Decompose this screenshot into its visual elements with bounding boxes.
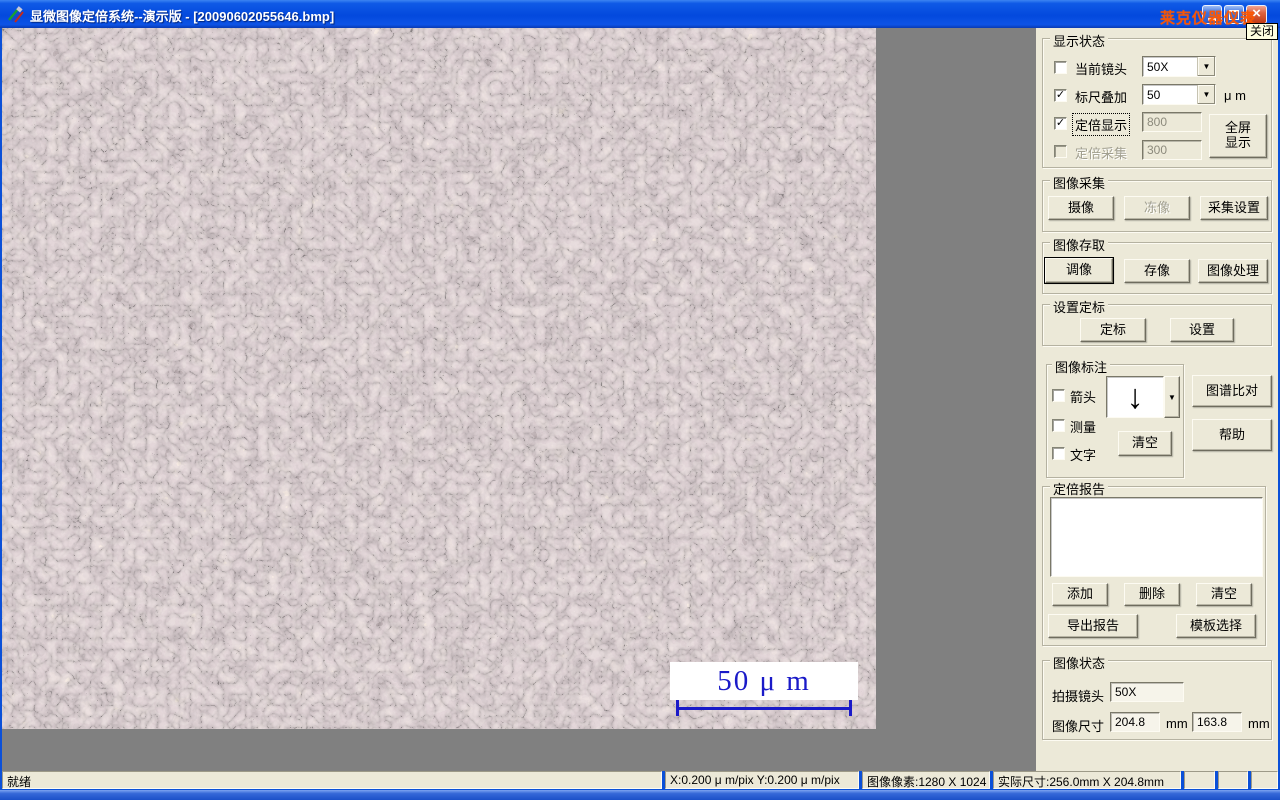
group-display-status-title: 显示状态 [1050, 31, 1109, 50]
group-image-capture-title: 图像采集 [1050, 173, 1109, 192]
report-listbox[interactable] [1050, 497, 1263, 577]
calibrate-button[interactable]: 定标 [1080, 318, 1146, 342]
micrograph-viewport[interactable] [2, 28, 876, 729]
template-select-button[interactable]: 模板选择 [1176, 614, 1256, 638]
capture-button[interactable]: 摄像 [1048, 196, 1114, 220]
image-height-field[interactable]: 163.8 [1192, 712, 1242, 732]
fixed-display-field: 800 [1142, 112, 1202, 132]
current-lens-checkbox[interactable] [1054, 61, 1067, 74]
check-icon: ✓ [1055, 117, 1066, 129]
shoot-lens-label: 拍摄镜头 [1052, 689, 1105, 704]
fullscreen-button[interactable]: 全屏 显示 [1209, 114, 1267, 158]
status-empty-panel-1 [1184, 771, 1215, 789]
fullscreen-button-line2: 显示 [1224, 135, 1251, 150]
chevron-down-icon[interactable]: ▼ [1197, 85, 1215, 104]
taskbar-strip [0, 790, 1280, 800]
scale-overlay-label: 标尺叠加 [1075, 90, 1128, 105]
measure-checkbox[interactable] [1052, 419, 1065, 432]
image-processing-button[interactable]: 图像处理 [1198, 259, 1268, 283]
export-report-button[interactable]: 导出报告 [1048, 614, 1138, 638]
image-height-unit: mm [1248, 716, 1270, 731]
image-width-unit: mm [1166, 716, 1188, 731]
chevron-down-icon[interactable]: ▼ [1197, 57, 1215, 76]
check-icon: ✓ [1055, 89, 1066, 101]
arrow-style-preview[interactable]: ↓ [1106, 376, 1164, 418]
help-button[interactable]: 帮助 [1192, 419, 1272, 451]
fixed-display-checkbox[interactable]: ✓ [1054, 117, 1067, 130]
status-ready-panel: 就绪 [2, 771, 662, 789]
save-image-button[interactable]: 存像 [1124, 259, 1190, 283]
arrow-label: 箭头 [1070, 390, 1097, 405]
scale-bar-rule [676, 707, 852, 710]
vendor-watermark: 莱克仪器仪表 [1160, 10, 1257, 27]
fixed-capture-field: 300 [1142, 140, 1202, 160]
fixed-capture-checkbox [1054, 145, 1067, 158]
current-lens-select[interactable]: 50X ▼ [1142, 56, 1216, 77]
scale-bar-tick-right [849, 700, 852, 716]
group-report-title: 定倍报告 [1050, 479, 1109, 498]
arrow-checkbox[interactable] [1052, 389, 1065, 402]
close-tooltip: 关闭 [1246, 23, 1279, 40]
micrograph-image [2, 28, 876, 729]
scale-bar-line [676, 700, 852, 716]
annotation-clear-button[interactable]: 清空 [1118, 431, 1172, 456]
scale-overlay-select[interactable]: 50 ▼ [1142, 84, 1216, 105]
atlas-compare-button[interactable]: 图谱比对 [1192, 375, 1272, 407]
report-clear-button[interactable]: 清空 [1196, 583, 1252, 606]
status-image-pixels-panel: 图像像素:1280 X 1024 [862, 771, 990, 789]
current-lens-label: 当前镜头 [1075, 62, 1128, 77]
group-annotation-title: 图像标注 [1052, 357, 1111, 376]
arrow-down-icon: ↓ [1126, 377, 1144, 416]
group-image-status-title: 图像状态 [1050, 653, 1109, 672]
status-actual-size-panel: 实际尺寸:256.0mm X 204.8mm [993, 771, 1181, 789]
shoot-lens-field[interactable]: 50X [1110, 682, 1184, 702]
report-delete-button[interactable]: 删除 [1124, 583, 1180, 606]
fixed-display-label[interactable]: 定倍显示 [1071, 113, 1131, 136]
arrow-style-dropdown-button[interactable]: ▼ [1164, 376, 1180, 418]
group-calibration-title: 设置定标 [1050, 297, 1109, 316]
fixed-capture-label: 定倍采集 [1075, 146, 1128, 161]
calibration-settings-button[interactable]: 设置 [1170, 318, 1234, 342]
text-label: 文字 [1070, 448, 1097, 463]
app-window: 显微图像定倍系统--演示版 - [20090602055646.bmp] × 莱… [0, 0, 1280, 800]
image-size-label: 图像尺寸 [1052, 719, 1105, 734]
status-empty-panel-3 [1251, 771, 1278, 789]
scale-overlay-value: 50 [1147, 88, 1161, 102]
capture-settings-button[interactable]: 采集设置 [1200, 196, 1268, 220]
report-add-button[interactable]: 添加 [1052, 583, 1108, 606]
window-title: 显微图像定倍系统--演示版 - [20090602055646.bmp] [30, 9, 335, 24]
fullscreen-button-line1: 全屏 [1224, 120, 1251, 136]
status-empty-panel-2 [1218, 771, 1248, 789]
image-width-field[interactable]: 204.8 [1110, 712, 1160, 732]
group-image-storage-title: 图像存取 [1050, 235, 1109, 254]
load-image-button[interactable]: 调像 [1044, 257, 1114, 284]
freeze-button: 冻像 [1124, 196, 1190, 220]
status-pixel-scale-panel: X:0.200 μ m/pix Y:0.200 μ m/pix [665, 771, 859, 789]
scale-overlay-checkbox[interactable]: ✓ [1054, 89, 1067, 102]
app-icon [8, 6, 24, 23]
current-lens-value: 50X [1147, 60, 1169, 74]
chevron-down-icon: ▼ [1168, 392, 1176, 402]
scale-bar-label: 50 μ m [670, 662, 858, 700]
text-checkbox[interactable] [1052, 447, 1065, 460]
measure-label: 测量 [1070, 420, 1097, 435]
scale-overlay-unit: μ m [1224, 88, 1246, 103]
title-bar: 显微图像定倍系统--演示版 - [20090602055646.bmp] × [0, 0, 1280, 28]
